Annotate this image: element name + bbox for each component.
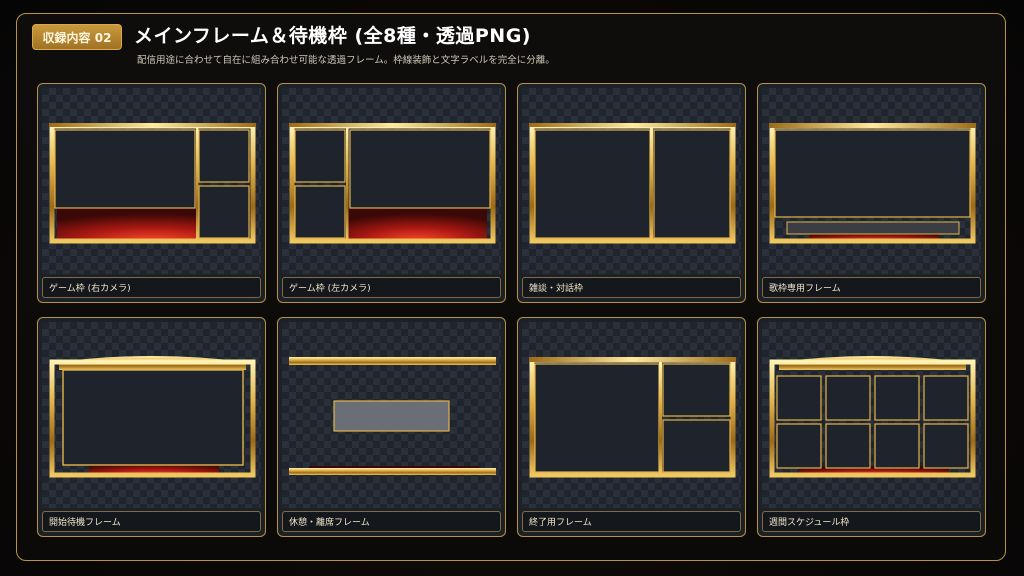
page-title: メインフレーム＆待機枠 (全8種・透過PNG) xyxy=(134,25,531,47)
frame-preview xyxy=(529,122,736,244)
frame-card-standby[interactable]: 開始待機フレーム xyxy=(37,317,266,537)
frame-label: 歌枠専用フレーム xyxy=(762,277,981,298)
frame-preview xyxy=(289,356,496,478)
frame-card-chat[interactable]: 雑談・対話枠 xyxy=(517,83,746,303)
frame-preview xyxy=(49,356,256,478)
frame-preview xyxy=(529,356,736,478)
frame-preview xyxy=(769,356,976,478)
frame-card-singing[interactable]: 歌枠専用フレーム xyxy=(757,83,986,303)
frame-card-break[interactable]: 休憩・離席フレーム xyxy=(277,317,506,537)
section-badge: 収録内容 02 xyxy=(32,24,122,50)
frame-label: 週間スケジュール枠 xyxy=(762,511,981,532)
page-subtitle: 配信用途に合わせて自在に組み合わせ可能な透過フレーム。枠線装飾と文字ラベルを完全… xyxy=(137,55,555,66)
frame-label: 開始待機フレーム xyxy=(42,511,261,532)
frame-label: ゲーム枠 (右カメラ) xyxy=(42,277,261,298)
frame-preview xyxy=(49,122,256,244)
stage: 収録内容 02 メインフレーム＆待機枠 (全8種・透過PNG) 配信用途に合わせ… xyxy=(0,0,1024,576)
frame-label: 雑談・対話枠 xyxy=(522,277,741,298)
frame-preview xyxy=(289,122,496,244)
frame-label: ゲーム枠 (左カメラ) xyxy=(282,277,501,298)
frame-card-game-left-camera[interactable]: ゲーム枠 (左カメラ) xyxy=(277,83,506,303)
frame-card-weekly-schedule[interactable]: 週間スケジュール枠 xyxy=(757,317,986,537)
frame-label: 終了用フレーム xyxy=(522,511,741,532)
frame-card-ending[interactable]: 終了用フレーム xyxy=(517,317,746,537)
frame-card-game-right-camera[interactable]: ゲーム枠 (右カメラ) xyxy=(37,83,266,303)
frame-preview xyxy=(769,122,976,244)
frame-label: 休憩・離席フレーム xyxy=(282,511,501,532)
